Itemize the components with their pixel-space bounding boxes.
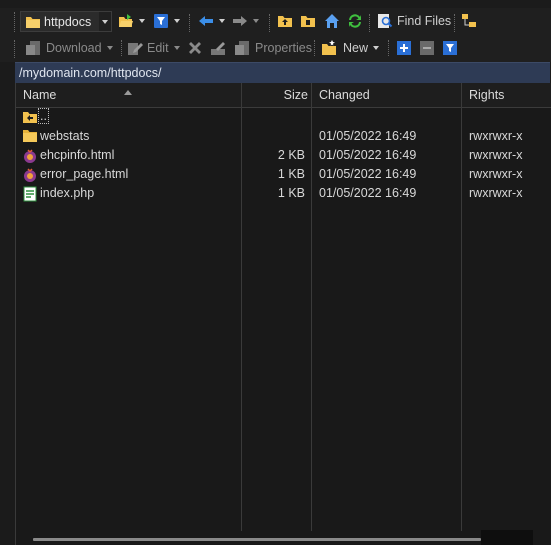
select-all-button[interactable]: [396, 40, 412, 56]
file-name: webstats: [40, 129, 90, 143]
left-edge: [0, 62, 15, 545]
file-rights: rwxrwxr-x: [469, 186, 523, 200]
filter-select-icon: [442, 40, 458, 56]
edit-label: Edit: [147, 41, 169, 55]
download-label: Download: [46, 41, 102, 55]
folder-icon: [22, 129, 38, 145]
download-button[interactable]: Download: [25, 40, 113, 56]
find-files-label: Find Files: [397, 14, 452, 28]
arrow-left-icon: [198, 13, 214, 29]
unselect-all-button[interactable]: [419, 40, 435, 56]
status-corner: [481, 530, 533, 545]
delete-icon: [187, 40, 203, 56]
html-file-icon: [22, 148, 38, 164]
path-bar[interactable]: /mydomain.com/httpdocs/: [15, 62, 550, 83]
file-rights: rwxrwxr-x: [469, 148, 523, 162]
file-name: ehcpinfo.html: [40, 148, 115, 162]
list-item[interactable]: error_page.html 1 KB 01/05/2022 16:49 rw…: [16, 165, 551, 184]
column-header-size[interactable]: Size: [242, 83, 308, 107]
invert-selection-button[interactable]: [442, 40, 458, 56]
toolbar-grip[interactable]: [454, 14, 458, 32]
new-button[interactable]: New: [321, 40, 380, 56]
folder-icon: [25, 15, 41, 29]
toolbar-grip[interactable]: [314, 40, 318, 56]
refresh-icon: [347, 13, 363, 29]
minus-square-icon: [419, 40, 435, 56]
download-icon: [25, 40, 41, 56]
file-size: 1 KB: [277, 167, 305, 181]
file-list-panel: Name Size Changed Rights .. webstats 01/…: [15, 83, 551, 545]
back-button[interactable]: [198, 13, 225, 29]
file-changed: 01/05/2022 16:49: [319, 167, 417, 181]
plus-square-icon: [396, 40, 412, 56]
toolbar-grip[interactable]: [369, 14, 373, 32]
column-header-name[interactable]: Name: [23, 83, 241, 107]
file-changed: 01/05/2022 16:49: [319, 129, 417, 143]
parent-directory-button[interactable]: [277, 13, 293, 29]
properties-icon: [234, 40, 250, 56]
location-combo[interactable]: httpdocs: [20, 11, 112, 32]
open-directory-button[interactable]: [118, 13, 145, 29]
folder-up-icon: [277, 13, 293, 29]
arrow-right-icon: [232, 13, 248, 29]
file-name: error_page.html: [40, 167, 129, 181]
location-combo-text: httpdocs: [44, 14, 92, 29]
parent-directory-label: ..: [38, 108, 49, 124]
toolbar-grip[interactable]: [121, 40, 125, 56]
folder-up-icon: [22, 110, 38, 126]
toolbar-grip[interactable]: [269, 14, 273, 32]
file-rights: rwxrwxr-x: [469, 129, 523, 143]
column-header-rights[interactable]: Rights: [469, 83, 549, 107]
file-size: 2 KB: [277, 148, 305, 162]
forward-button[interactable]: [232, 13, 259, 29]
chevron-down-icon[interactable]: [99, 12, 111, 31]
toolbar-grip[interactable]: [189, 14, 193, 32]
file-changed: 01/05/2022 16:49: [319, 148, 417, 162]
new-label: New: [343, 41, 369, 55]
list-item[interactable]: webstats 01/05/2022 16:49 rwxrwxr-x: [16, 127, 551, 146]
column-header-name-label: Name: [23, 88, 57, 102]
folder-open-icon: [118, 13, 134, 29]
folder-root-icon: [300, 13, 316, 29]
properties-label: Properties: [255, 41, 312, 55]
find-files-button[interactable]: Find Files: [377, 13, 451, 29]
list-item[interactable]: ehcpinfo.html 2 KB 01/05/2022 16:49 rwxr…: [16, 146, 551, 165]
html-file-icon: [22, 167, 38, 183]
column-header-rights-label: Rights: [469, 88, 505, 102]
toolbar-grip[interactable]: [14, 12, 18, 32]
file-size: 1 KB: [277, 186, 305, 200]
file-rights: rwxrwxr-x: [469, 167, 523, 181]
horizontal-scrollbar[interactable]: [33, 538, 481, 541]
toolbar-grip[interactable]: [388, 40, 392, 56]
edit-icon: [127, 40, 143, 56]
root-directory-button[interactable]: [300, 13, 316, 29]
filter-button[interactable]: [153, 13, 180, 29]
tree-view-button[interactable]: [461, 13, 477, 29]
php-file-icon: [22, 186, 38, 202]
edit-button[interactable]: Edit: [127, 40, 180, 56]
file-name: index.php: [40, 186, 95, 200]
find-files-icon: [377, 13, 393, 29]
new-folder-icon: [321, 40, 337, 56]
column-header-row: Name Size Changed Rights: [16, 83, 551, 108]
list-item-parent-directory[interactable]: ..: [16, 108, 551, 127]
properties-button[interactable]: Properties: [234, 40, 312, 56]
list-item[interactable]: index.php 1 KB 01/05/2022 16:49 rwxrwxr-…: [16, 184, 551, 203]
home-icon: [324, 13, 340, 29]
tree-icon: [461, 13, 477, 29]
home-directory-button[interactable]: [324, 13, 340, 29]
column-header-changed[interactable]: Changed: [319, 83, 459, 107]
rename-button[interactable]: [210, 40, 226, 56]
column-header-size-label: Size: [283, 88, 308, 102]
filter-icon: [153, 13, 169, 29]
file-changed: 01/05/2022 16:49: [319, 186, 417, 200]
toolbar-grip[interactable]: [14, 40, 18, 58]
delete-button[interactable]: [187, 40, 203, 56]
rename-icon: [210, 40, 226, 56]
current-path: /mydomain.com/httpdocs/: [19, 66, 162, 80]
column-header-changed-label: Changed: [319, 88, 370, 102]
sort-ascending-icon: [124, 84, 132, 98]
refresh-button[interactable]: [347, 13, 363, 29]
